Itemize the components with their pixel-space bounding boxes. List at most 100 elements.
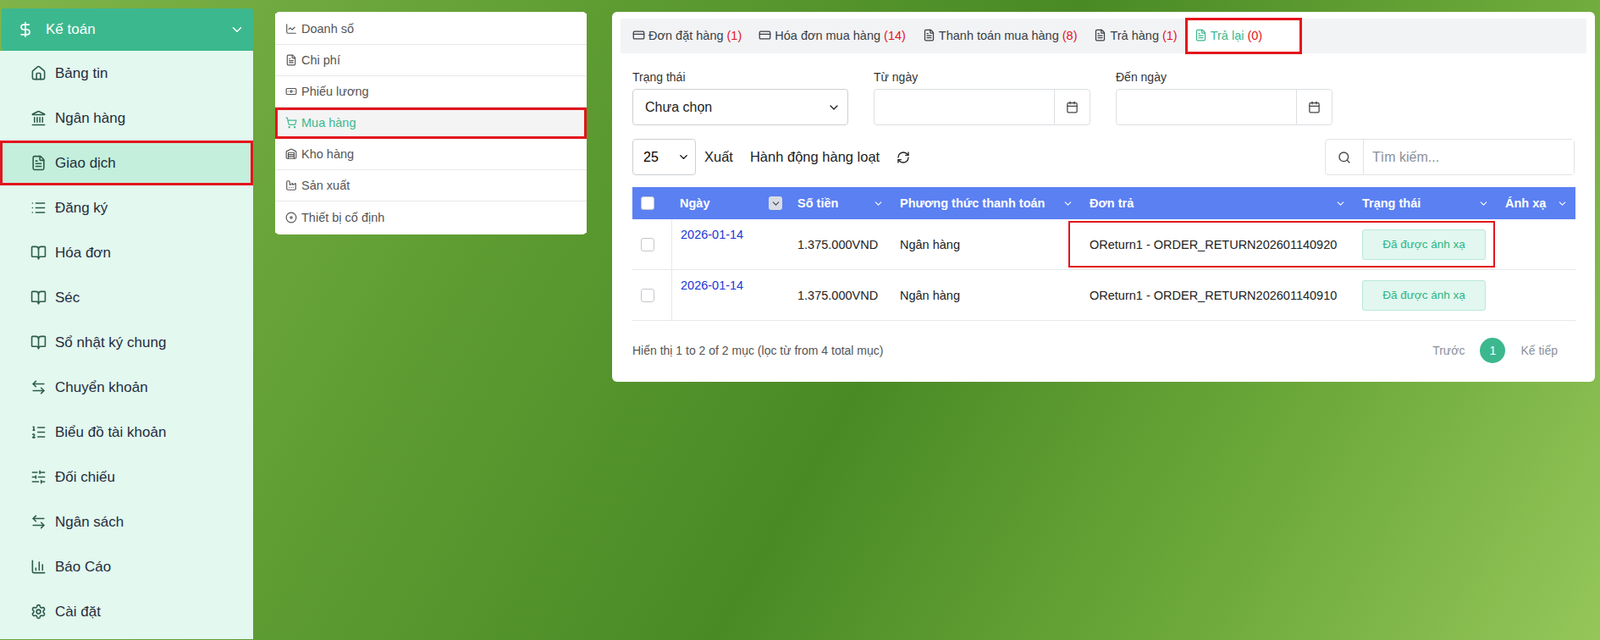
date-field[interactable] (1115, 88, 1333, 126)
tab-icon (632, 28, 646, 42)
sort-indicator (1476, 196, 1490, 210)
column-header[interactable]: Số tiền (788, 187, 892, 220)
filter: Từ ngày (873, 70, 1091, 126)
tab[interactable]: Hóa đơn mua hàng(14) (750, 18, 915, 54)
sidebar-item[interactable]: Cài đặt (0, 589, 254, 635)
highlight-box: OReturn1 - ORDER_RETURN202601140920Đã đư… (1068, 220, 1496, 268)
date-link[interactable]: 2026-01-14 (680, 278, 744, 293)
pagination-item[interactable]: 1 (1479, 337, 1506, 364)
sidebar-item[interactable]: Ngân sách (0, 499, 254, 545)
submenu-item[interactable]: Kho hàng (275, 138, 587, 171)
menu-icon (30, 244, 47, 261)
date-cell: 2026-01-14 (671, 219, 789, 270)
submenu-item[interactable]: Chi phí (275, 44, 587, 77)
pagination-item[interactable]: Trước (1432, 343, 1465, 358)
toolbar-button[interactable]: Xuất (695, 138, 742, 176)
table-footer: Hiển thị 1 to 2 of 2 mục (lọc từ from 4 … (632, 337, 1575, 364)
search-box (1324, 138, 1575, 176)
date-cell: 2026-01-14 (671, 270, 789, 320)
date-field[interactable] (873, 88, 1091, 126)
column-header[interactable]: Ánh xạ (1496, 187, 1576, 220)
tab-count: (8) (1062, 28, 1078, 43)
calendar-button[interactable] (1053, 89, 1090, 125)
calendar-icon (1065, 100, 1079, 114)
calendar-button[interactable] (1296, 89, 1332, 125)
menu-icon (30, 334, 47, 351)
tab[interactable]: Thanh toán mua hàng(8) (914, 18, 1087, 54)
sidebar-item[interactable]: Giao dịch (0, 140, 254, 186)
sidebar-item[interactable]: Sổ nhật ký chung (0, 320, 254, 365)
date-link[interactable]: 2026-01-14 (680, 227, 744, 242)
tab-icon (922, 28, 936, 42)
row-checkbox[interactable] (640, 288, 655, 303)
chevron-down-icon (770, 198, 782, 210)
method-cell: Ngân hàng (891, 270, 1082, 320)
search-button[interactable] (1325, 139, 1364, 175)
submenu-item[interactable]: Mua hàng (275, 107, 587, 139)
status-badge: Đã được ánh xạ (1362, 280, 1486, 311)
tab-count: (14) (883, 28, 906, 43)
sidebar-item[interactable]: Biểu đồ tài khoản (0, 409, 254, 455)
submenu-item[interactable]: Thiết bị cố định (275, 201, 587, 233)
menu-icon (30, 199, 47, 216)
sidebar-item[interactable]: Đối chiếu (0, 454, 254, 500)
sort-indicator (768, 196, 783, 210)
chevron-down-icon (872, 198, 884, 210)
tab-count: (1) (1162, 28, 1178, 43)
sidebar-item[interactable]: Séc (0, 275, 254, 320)
tab[interactable]: Trả lại(0) (1186, 18, 1302, 54)
table-header: NgàySố tiềnPhương thức thanh toánĐơn trả… (632, 187, 1576, 220)
status-select[interactable]: Chưa chọn (632, 88, 849, 126)
menu-icon (30, 379, 47, 396)
sidebar-title: Kế toán (45, 21, 218, 39)
select-all-checkbox[interactable] (640, 196, 655, 210)
date-input[interactable] (874, 89, 1054, 125)
sidebar-list: Bảng tinNgân hàngGiao dịchĐăng kýHóa đơn… (0, 50, 254, 640)
row-checkbox[interactable] (640, 237, 655, 252)
column-header[interactable]: Ngày (671, 187, 789, 220)
date-input[interactable] (1116, 89, 1297, 125)
menu-icon (30, 289, 47, 306)
sidebar-item[interactable]: Hóa đơn (0, 230, 254, 276)
menu-icon (30, 110, 47, 127)
submenu-item[interactable]: Doanh số (275, 13, 587, 45)
sidebar-item[interactable]: Chuyển khoản (0, 364, 254, 410)
order-cell: OReturn1 - ORDER_RETURN202601140920 (1081, 222, 1354, 266)
toolbar-button[interactable]: Hành động hàng loạt (741, 138, 889, 176)
sidebar-item[interactable]: Ngân hàng (0, 95, 254, 141)
page-size-select[interactable]: 25 (632, 138, 696, 176)
amount-cell: 1.375.000VND (788, 219, 892, 270)
sort-indicator (871, 196, 885, 210)
refresh-button[interactable] (888, 138, 919, 176)
submenu-item[interactable]: Sản xuất (275, 170, 587, 202)
refresh-icon (896, 150, 911, 165)
submenu-icon (285, 85, 298, 98)
column-header[interactable]: Trạng thái (1353, 187, 1497, 220)
table-row[interactable]: 2026-01-141.375.000VNDNgân hàngOReturn1 … (632, 270, 1576, 321)
submenu-icon (285, 54, 298, 67)
tab-icon (758, 28, 772, 42)
order-cell: OReturn1 - ORDER_RETURN202601140910 (1081, 273, 1354, 317)
chevron-down-icon (1062, 198, 1074, 210)
sort-indicator (1060, 196, 1075, 210)
column-header[interactable]: Phương thức thanh toán (891, 187, 1082, 220)
table-row[interactable]: 2026-01-141.375.000VNDNgân hàngOReturn1 … (632, 219, 1576, 271)
sidebar-header[interactable]: Kế toán (1, 8, 254, 51)
column-header[interactable]: Đơn trả (1081, 187, 1354, 220)
tab[interactable]: Trả hàng(1) (1085, 18, 1186, 54)
filter: Đến ngày (1115, 70, 1333, 126)
tab-count: (0) (1246, 28, 1263, 43)
pagination-item[interactable]: Kế tiếp (1520, 343, 1558, 358)
sidebar-item[interactable]: Báo Cáo (0, 544, 254, 590)
sidebar-item[interactable]: Đăng ký (0, 185, 254, 231)
dollar-icon (16, 21, 34, 39)
search-input[interactable] (1363, 139, 1574, 175)
chevron-down-icon (1478, 198, 1490, 210)
tab[interactable]: Đơn đặt hàng(1) (623, 18, 751, 54)
submenu-item[interactable]: Phiếu lương (275, 76, 587, 108)
submenu-icon (285, 148, 298, 160)
submenu-panel: Doanh sốChi phíPhiếu lươngMua hàngKho hà… (275, 11, 587, 235)
sidebar-item[interactable]: Bảng tin (0, 50, 254, 96)
calendar-icon (1307, 100, 1321, 114)
menu-icon (30, 154, 47, 172)
